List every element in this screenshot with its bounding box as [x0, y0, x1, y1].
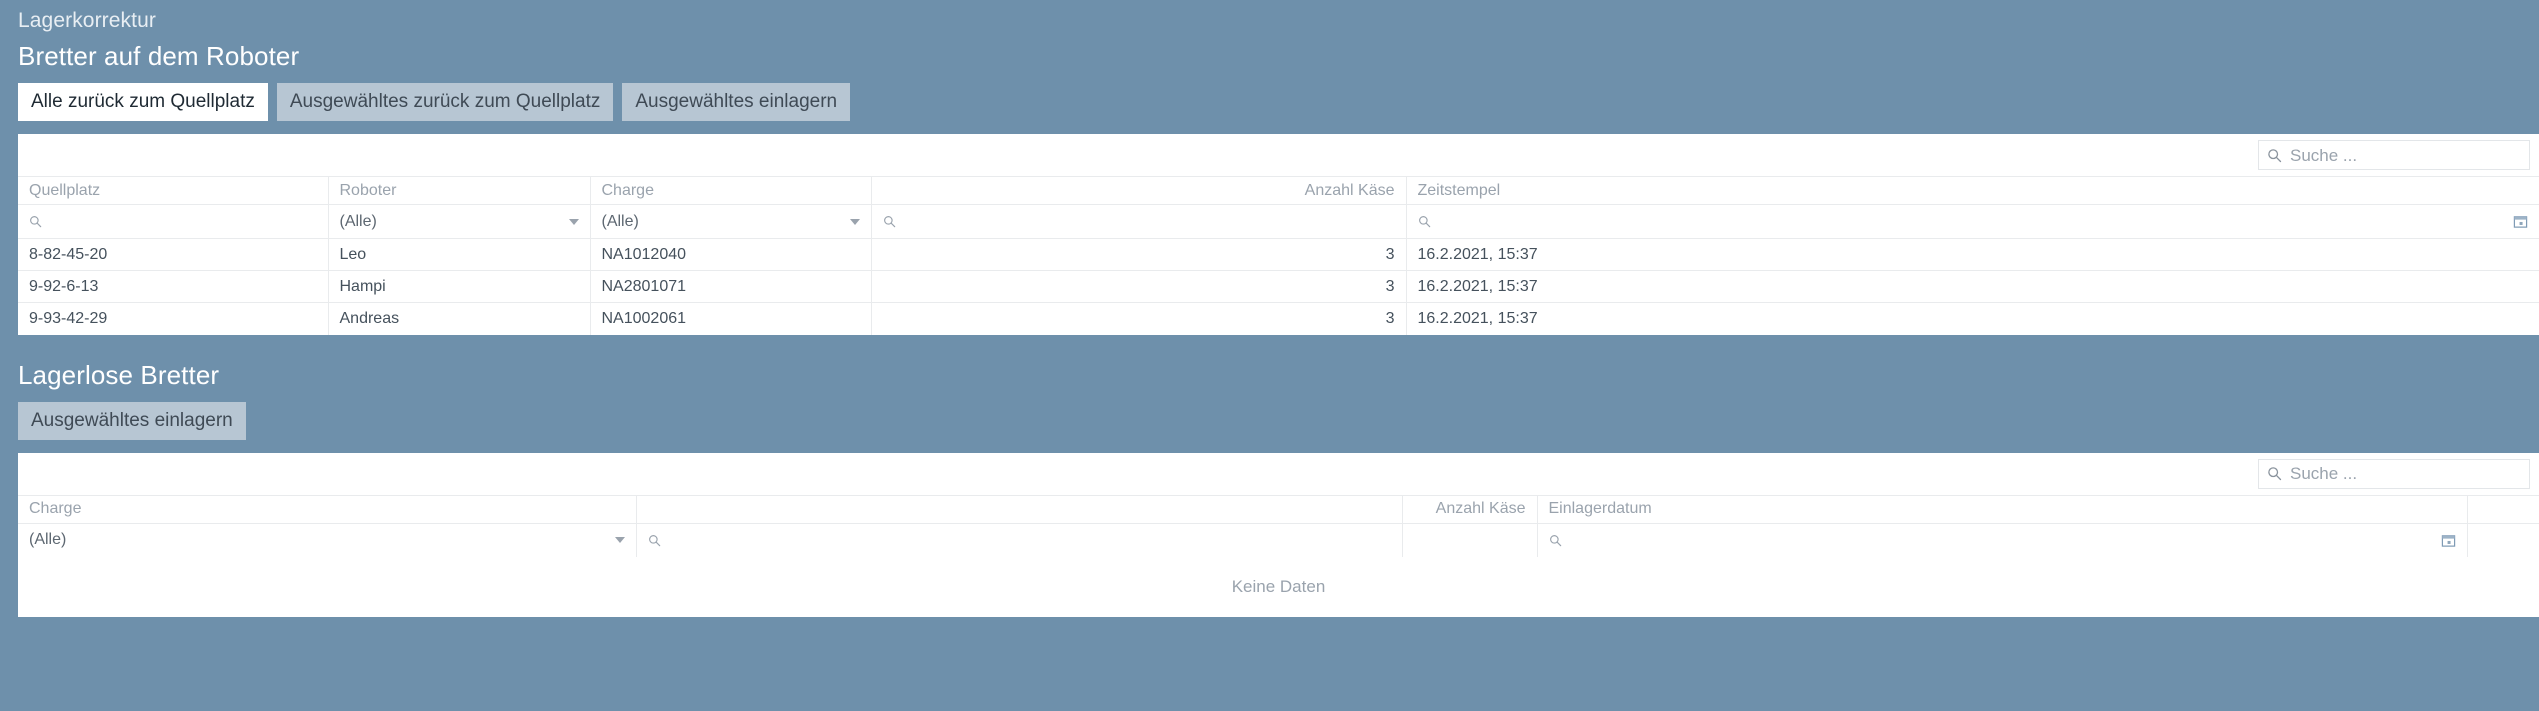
- filter-anzahl-kaese[interactable]: [1402, 522, 1538, 557]
- column-header-roboter[interactable]: Roboter: [328, 176, 591, 205]
- cell-anzahl-kaese: 3: [871, 302, 1407, 335]
- chevron-down-icon[interactable]: [614, 537, 625, 544]
- search-input[interactable]: Suche ...: [2258, 458, 2530, 489]
- robot-boards-card: Suche ... Quellplatz Roboter Charge Anza…: [18, 134, 2539, 335]
- cell-roboter: Andreas: [328, 302, 591, 335]
- filter-secondary[interactable]: [636, 522, 1403, 557]
- filter-zeitstempel[interactable]: [1406, 204, 2539, 239]
- calendar-icon[interactable]: [2513, 214, 2528, 229]
- table-filter-row: (Alle): [18, 522, 2539, 557]
- selected-store-button[interactable]: Ausgewähltes einlagern: [622, 83, 851, 121]
- loose-boards-table: Charge Anzahl Käse Einlagerdatum (Alle): [18, 494, 2539, 557]
- section2-title: Lagerlose Bretter: [18, 359, 220, 390]
- empty-state-message: Keine Daten: [1231, 577, 1326, 596]
- column-header-einlagerdatum[interactable]: Einlagerdatum: [1537, 494, 2468, 523]
- filter-charge[interactable]: (Alle): [18, 522, 637, 557]
- column-header-charge[interactable]: Charge: [18, 494, 637, 523]
- table-row[interactable]: 9-93-42-29 Andreas NA1002061 3 16.2.2021…: [18, 302, 2539, 335]
- filter-roboter[interactable]: (Alle): [328, 204, 591, 239]
- chevron-down-icon[interactable]: [568, 218, 579, 225]
- filter-charge-value: (Alle): [601, 212, 639, 230]
- cell-zeitstempel: 16.2.2021, 15:37: [1406, 302, 2539, 335]
- column-header-quellplatz[interactable]: Quellplatz: [18, 176, 329, 205]
- calendar-icon[interactable]: [2441, 533, 2456, 548]
- search-icon: [29, 215, 42, 228]
- search-icon: [1418, 215, 1431, 228]
- cell-quellplatz: 9-93-42-29: [18, 302, 329, 335]
- column-header-anzahl-kaese[interactable]: Anzahl Käse: [871, 176, 1407, 205]
- cell-roboter: Leo: [328, 238, 591, 271]
- search-icon: [883, 215, 896, 228]
- section2-button-bar: Ausgewähltes einlagern: [18, 401, 2539, 440]
- filter-roboter-value: (Alle): [339, 212, 377, 230]
- filter-charge-value: (Alle): [29, 531, 67, 549]
- breadcrumb: Lagerkorrektur: [18, 9, 156, 32]
- all-back-to-source-button[interactable]: Alle zurück zum Quellplatz: [18, 83, 268, 121]
- cell-zeitstempel: 16.2.2021, 15:37: [1406, 270, 2539, 303]
- cell-anzahl-kaese: 3: [871, 270, 1407, 303]
- cell-quellplatz: 9-92-6-13: [18, 270, 329, 303]
- selected-back-to-source-button[interactable]: Ausgewähltes zurück zum Quellplatz: [276, 83, 614, 121]
- search-input[interactable]: Suche ...: [2258, 140, 2530, 170]
- cell-anzahl-kaese: 3: [871, 238, 1407, 271]
- table-header-row: Quellplatz Roboter Charge Anzahl Käse Ze…: [18, 176, 2539, 205]
- cell-charge: NA1012040: [590, 238, 872, 271]
- filter-charge[interactable]: (Alle): [590, 204, 872, 239]
- column-header-zeitstempel[interactable]: Zeitstempel: [1406, 176, 2539, 205]
- page-root: Lagerkorrektur Bretter auf dem Roboter A…: [0, 0, 2539, 711]
- chevron-down-icon[interactable]: [849, 218, 860, 225]
- search-placeholder: Suche ...: [2290, 464, 2358, 483]
- filter-trailing: [2467, 522, 2539, 557]
- page-title: Bretter auf dem Roboter: [18, 41, 300, 71]
- cell-charge: NA2801071: [590, 270, 872, 303]
- section2-toolbar: Suche ...: [18, 453, 2539, 495]
- search-icon: [2267, 466, 2282, 481]
- cell-charge: NA1002061: [590, 302, 872, 335]
- robot-boards-table: Quellplatz Roboter Charge Anzahl Käse Ze…: [18, 176, 2539, 335]
- cell-zeitstempel: 16.2.2021, 15:37: [1406, 238, 2539, 271]
- column-header-trailing[interactable]: [2467, 494, 2539, 523]
- section1-toolbar: Suche ...: [18, 134, 2539, 176]
- cell-roboter: Hampi: [328, 270, 591, 303]
- column-header-anzahl-kaese[interactable]: Anzahl Käse: [1402, 494, 1538, 523]
- column-header-blank[interactable]: [636, 494, 1403, 523]
- search-icon: [648, 534, 661, 547]
- table-row[interactable]: 9-92-6-13 Hampi NA2801071 3 16.2.2021, 1…: [18, 270, 2539, 303]
- cell-quellplatz: 8-82-45-20: [18, 238, 329, 271]
- loose-boards-card: Suche ... Charge Anzahl Käse Einlagerdat…: [18, 452, 2539, 617]
- filter-anzahl-kaese[interactable]: [871, 204, 1407, 239]
- section1-button-bar: Alle zurück zum Quellplatz Ausgewähltes …: [18, 83, 2539, 121]
- table-filter-row: (Alle) (Alle): [18, 204, 2539, 239]
- table-row[interactable]: 8-82-45-20 Leo NA1012040 3 16.2.2021, 15…: [18, 238, 2539, 271]
- search-icon: [2267, 148, 2282, 163]
- table-header-row: Charge Anzahl Käse Einlagerdatum: [18, 494, 2539, 523]
- search-placeholder: Suche ...: [2290, 145, 2358, 165]
- store-selected-button[interactable]: Ausgewähltes einlagern: [18, 401, 246, 440]
- filter-quellplatz[interactable]: [18, 204, 329, 239]
- search-icon: [1549, 534, 1562, 547]
- filter-einlagerdatum[interactable]: [1537, 522, 2468, 557]
- column-header-charge[interactable]: Charge: [590, 176, 872, 205]
